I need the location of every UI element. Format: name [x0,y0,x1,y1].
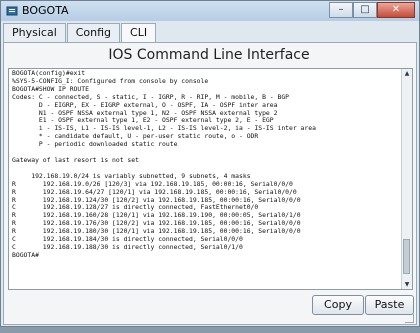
terminal-line: P - periodic downloaded static route [12,140,178,149]
terminal-line: Gateway of last resort is not set [12,155,139,164]
panel-heading: IOS Command Line Interface [108,47,310,63]
tab-cli[interactable]: CLI [121,23,157,43]
tab-bar: Physical Config CLI [3,23,157,43]
window-controls: – □ ✕ [329,2,415,18]
scroll-up-icon[interactable]: ▲ [403,69,411,78]
cli-terminal[interactable]: BOGOTA(config)#exit %SYS-5-CONFIG_I: Conf… [8,68,413,290]
resize-grip-icon[interactable] [405,314,414,323]
minimize-button[interactable]: – [329,2,353,18]
router-app-icon [6,6,18,16]
tab-physical[interactable]: Physical [3,23,66,42]
terminal-line: BOGOTA# [12,250,39,259]
terminal-line: C 192.168.19.188/30 is directly connecte… [12,242,243,251]
cli-panel: IOS Command Line Interface BOGOTA(config… [3,42,417,325]
terminal-scrollbar[interactable]: ▲ ▼ [401,69,412,289]
scrollbar-thumb[interactable] [403,239,410,274]
maximize-button[interactable]: □ [353,2,377,18]
router-window: BOGOTA – □ ✕ Physical Config CLI IOS Com… [0,0,420,327]
tab-config[interactable]: Config [66,23,121,42]
copy-button[interactable]: Copy [312,295,364,315]
window-title: BOGOTA [22,4,69,17]
scroll-down-icon[interactable]: ▼ [403,280,411,289]
terminal-output[interactable]: BOGOTA(config)#exit %SYS-5-CONFIG_I: Conf… [12,69,404,260]
title-bar[interactable]: BOGOTA – □ ✕ [1,1,419,21]
paste-button[interactable]: Paste [365,295,414,315]
close-button[interactable]: ✕ [377,2,415,18]
